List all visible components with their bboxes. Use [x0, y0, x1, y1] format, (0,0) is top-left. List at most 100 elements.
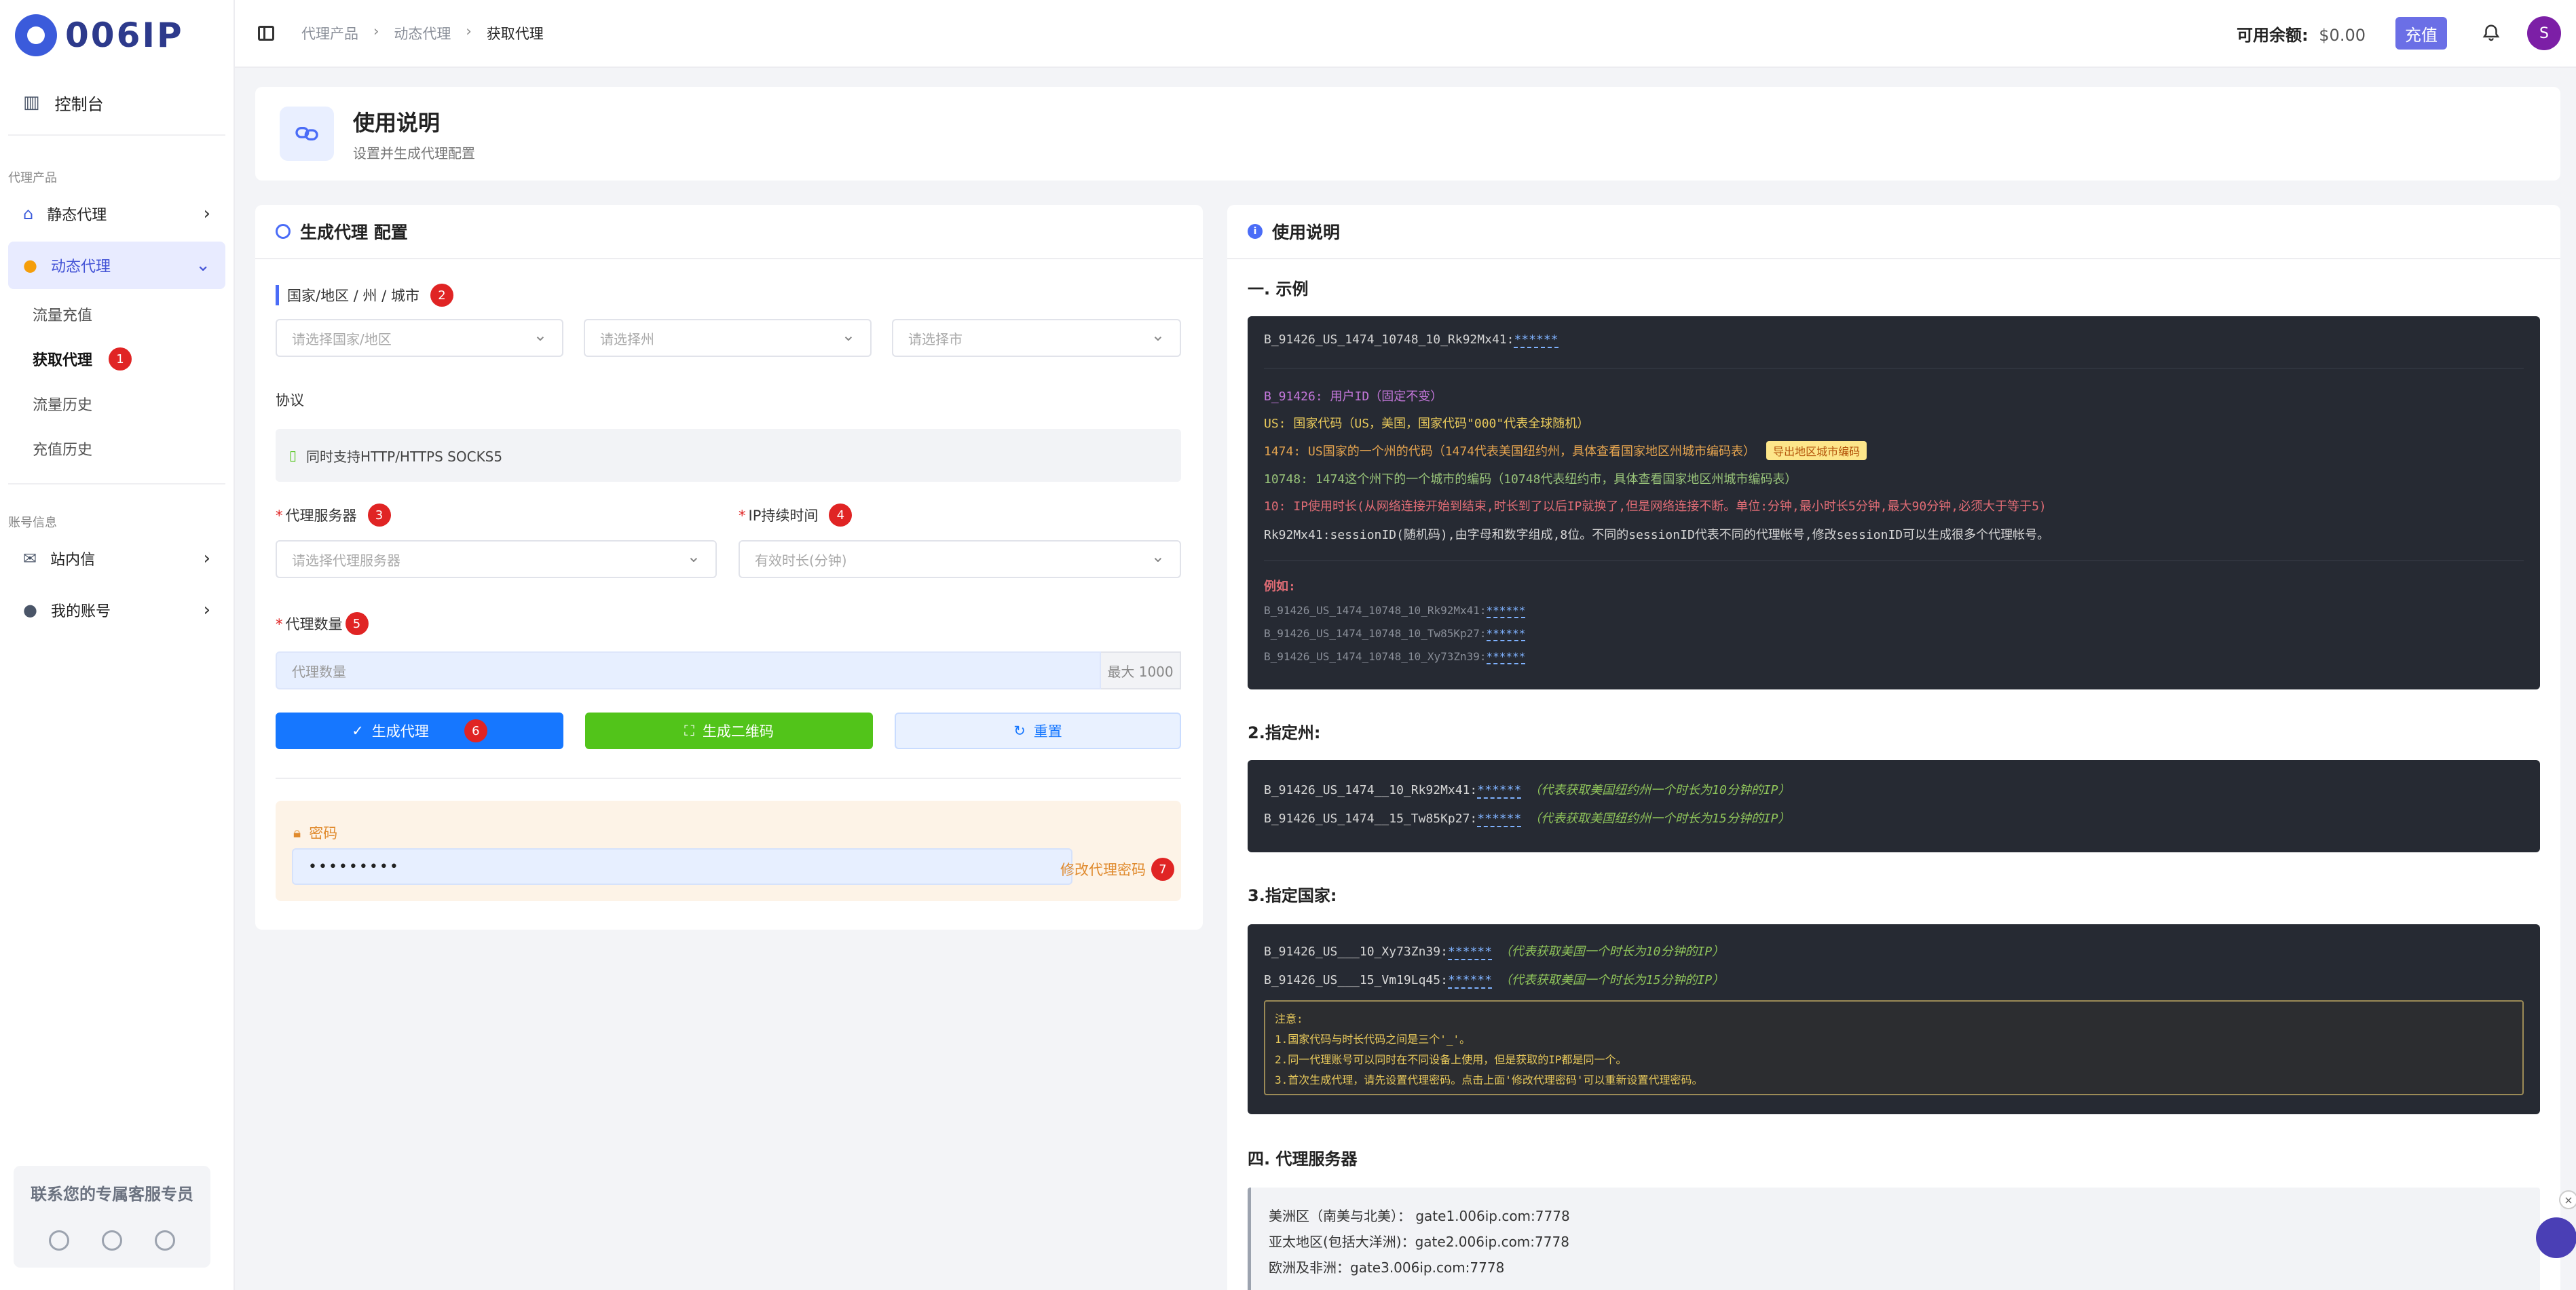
server-item: 欧洲及非洲：gate3.006ip.com:7778	[1269, 1259, 1505, 1276]
code-line: B_91426_US_1474_10748_10_Rk92Mx41:******	[1264, 333, 1558, 348]
password-label: 密码	[309, 825, 338, 841]
chat-icon[interactable]	[2536, 1217, 2576, 1258]
recharge-button[interactable]: 充值	[2395, 17, 2447, 50]
sidebar-subitem-label: 获取代理	[33, 352, 93, 369]
change-password-link[interactable]: 修改代理密码 7	[1060, 858, 1174, 881]
code-desc: US国家的一个州的代码（1474代表美国纽约州，具体查看国家地区州城市编码表）	[1308, 444, 1756, 459]
code-line: 10748: 1474这个州下的一个城市的编码（10748代表纽约市，具体查看国…	[1264, 470, 1797, 487]
sidebar-item-messages[interactable]: ✉ 站内信 ›	[8, 535, 225, 582]
example-line: B_91426_US_1474_10748_10_Xy73Zn39:******	[1264, 650, 1526, 664]
qty-input[interactable]: 代理数量	[276, 651, 1101, 689]
breadcrumb-item[interactable]: 动态代理	[394, 23, 451, 43]
sidebar-subitem-get-proxy[interactable]: 获取代理 1	[8, 337, 225, 381]
check-icon: ✓	[352, 723, 364, 739]
sidebar-item-static-proxy[interactable]: ⌂ 静态代理 ›	[8, 190, 225, 238]
export-codes-button[interactable]: 导出地区城市编码	[1766, 441, 1867, 460]
code-line: B_91426_US___10_Xy73Zn39:****** （代表获取美国一…	[1264, 942, 1724, 960]
file-icon: ▯	[289, 447, 297, 463]
step-badge: 1	[109, 347, 132, 371]
duration-label-text: IP持续时间	[748, 508, 819, 524]
code-key: 10748:	[1264, 472, 1309, 487]
avatar[interactable]: S	[2527, 16, 2561, 50]
close-icon[interactable]: ×	[2559, 1190, 2576, 1209]
duration-select[interactable]: 有效时长(分钟)	[739, 540, 1181, 578]
code-text: B_91426_US___10_Xy73Zn39:	[1264, 945, 1448, 959]
sidebar-item-dashboard[interactable]: ▥ 控制台	[8, 71, 225, 136]
breadcrumb-item[interactable]: 代理产品	[301, 23, 358, 43]
chevron-down-icon: ⌄	[195, 255, 210, 276]
required-mark: *	[276, 508, 283, 524]
password-mask: ******	[1477, 812, 1522, 827]
sidebar-item-label: 动态代理	[50, 259, 111, 276]
brand-logo[interactable]: 006IP	[0, 0, 234, 71]
region-label-row: 国家/地区 / 州 / 城市 2	[276, 284, 453, 307]
telegram-icon[interactable]	[155, 1230, 175, 1251]
state-code-block: B_91426_US_1474__10_Rk92Mx41:****** （代表获…	[1248, 760, 2540, 852]
state-select[interactable]: 请选择州	[584, 319, 872, 357]
link-icon	[280, 107, 334, 161]
user-icon: ●	[23, 601, 37, 620]
code-line: US: 国家代码（US，美国，国家代码"000"代表全球随机）	[1264, 414, 1589, 432]
code-text: B_91426_US_1474_10748_10_Rk92Mx41:	[1264, 604, 1487, 617]
server-item: 亚太地区(包括大洋洲)：gate2.006ip.com:7778	[1269, 1234, 1569, 1250]
step-badge: 3	[367, 504, 391, 527]
panel-header: i 使用说明	[1227, 205, 2560, 259]
email-icon[interactable]	[102, 1230, 122, 1251]
country-select[interactable]: 请选择国家/地区	[276, 319, 563, 357]
code-comment: （代表获取美国一个时长为15分钟的IP）	[1499, 973, 1725, 987]
server-label-text: 代理服务器	[285, 508, 357, 524]
reset-button[interactable]: ↻ 重置	[895, 713, 1181, 749]
sidebar-toggle-icon[interactable]	[258, 26, 274, 41]
button-label: 重置	[1033, 723, 1062, 740]
page-header-card: 使用说明 设置并生成代理配置	[255, 87, 2560, 181]
lock-icon: 🔒︎	[293, 824, 301, 841]
code-desc: 国家代码（US，美国，国家代码"000"代表全球随机）	[1293, 417, 1590, 431]
example-line: B_91426_US_1474_10748_10_Tw85Kp27:******	[1264, 627, 1526, 641]
link-icon-svg	[295, 127, 318, 140]
proxy-config-panel: 生成代理 配置 国家/地区 / 州 / 城市 2 请选择国家/地区 请选择州 请…	[255, 205, 1203, 930]
mail-icon: ✉	[23, 549, 37, 568]
sidebar-item-label: 站内信	[50, 552, 96, 569]
export-label: 导出地区城市编码	[1773, 445, 1861, 458]
server-list: 美洲区（南美与北美）： gate1.006ip.com:7778 亚太地区(包括…	[1248, 1188, 2540, 1290]
password-mask: ******	[1486, 650, 1526, 664]
password-mask: ******	[1477, 783, 1522, 799]
sidebar-item-my-account[interactable]: ● 我的账号 ›	[8, 586, 225, 634]
server-label-row: * 代理服务器 3	[276, 504, 391, 527]
protocol-display: ▯ 同时支持HTTP/HTTPS SOCKS5	[276, 429, 1181, 482]
notice-line: 2.同一代理账号可以同时在不同设备上使用，但是获取的IP都是同一个。	[1275, 1053, 1627, 1066]
bell-icon[interactable]	[2481, 22, 2501, 45]
step-badge: 4	[829, 504, 853, 527]
city-select[interactable]: 请选择市	[892, 319, 1181, 357]
code-desc: 1474这个州下的一个城市的编码（10748代表纽约市，具体查看国家地区州城市编…	[1315, 472, 1797, 487]
password-mask: ******	[1514, 333, 1558, 348]
sidebar-subitem-traffic-history[interactable]: 流量历史	[8, 381, 225, 426]
sidebar-item-dynamic-proxy[interactable]: ● 动态代理 ⌄	[8, 242, 225, 289]
code-line: B_91426: 用户ID（固定不变）	[1264, 387, 1442, 404]
password-input[interactable]: •••••••••	[292, 848, 1072, 885]
sidebar-item-label: 我的账号	[50, 603, 111, 620]
password-mask: ******	[1447, 945, 1492, 960]
section-title-example: 一. 示例	[1248, 280, 1309, 299]
chevron-right-icon: ›	[373, 23, 379, 39]
server-select[interactable]: 请选择代理服务器	[276, 540, 717, 578]
qty-label-text: 代理数量	[285, 616, 343, 632]
step-badge: 6	[464, 719, 487, 742]
password-mask: ******	[1447, 973, 1492, 989]
qty-label: * 代理数量	[276, 613, 343, 634]
wechat-icon[interactable]	[49, 1230, 69, 1251]
generate-proxy-button[interactable]: ✓ 生成代理 6	[276, 713, 563, 749]
code-line: B_91426_US_1474__10_Rk92Mx41:****** （代表获…	[1264, 780, 1791, 799]
notice-line: 3.首次生成代理，请先设置代理密码。点击上面'修改代理密码'可以重新设置代理密码…	[1275, 1074, 1703, 1086]
generate-qr-button[interactable]: ⛶ 生成二维码	[585, 713, 873, 749]
password-mask: ******	[1486, 604, 1526, 618]
section-title-country: 3.指定国家:	[1248, 886, 1337, 905]
required-mark: *	[739, 508, 746, 524]
sidebar-subitem-recharge-history[interactable]: 充值历史	[8, 426, 225, 471]
qr-icon: ⛶	[684, 722, 694, 739]
sidebar-subitem-traffic-recharge[interactable]: 流量充值	[8, 292, 225, 337]
home-icon: ⌂	[23, 204, 34, 223]
dynamic-proxy-submenu: 流量充值 获取代理 1 流量历史 充值历史	[8, 292, 225, 485]
globe-icon: ●	[23, 256, 37, 275]
section-label-account: 账号信息	[8, 516, 57, 530]
